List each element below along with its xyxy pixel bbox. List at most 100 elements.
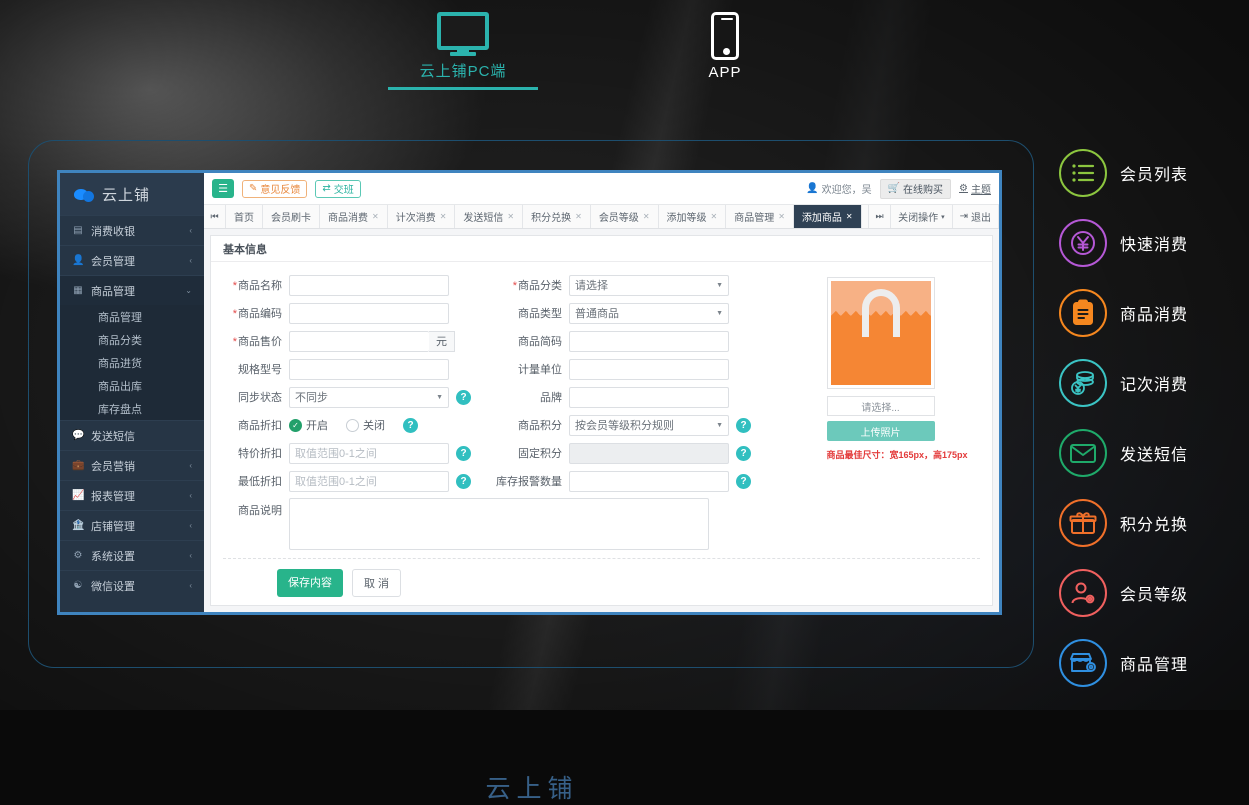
close-icon[interactable]: ✕ [575, 212, 582, 221]
tab-label: 添加商品 [801, 213, 842, 224]
sidebar-item-members[interactable]: 👤 会员管理 ‹ [60, 245, 204, 275]
sidebar-item-sms[interactable]: 💬 发送短信 [60, 420, 204, 450]
save-button[interactable]: 保存内容 [277, 569, 343, 597]
sidebar-item-system[interactable]: ⚙ 系统设置 ‹ [60, 540, 204, 570]
tab-count-consume[interactable]: 计次消费 ✕ [388, 205, 456, 228]
help-icon[interactable]: ? [456, 473, 471, 489]
feature-item-send-sms[interactable]: 发送短信 [1049, 418, 1249, 488]
tab-goods-consume[interactable]: 商品消费 ✕ [320, 205, 388, 228]
help-icon[interactable]: ? [736, 445, 751, 461]
tab-home[interactable]: 首页 [226, 205, 263, 228]
upload-photo-button[interactable]: 上传照片 [826, 421, 935, 441]
field-goods-category: *商品分类 请选择 ▼ [491, 272, 771, 298]
close-icon[interactable]: ✕ [507, 212, 514, 221]
device-tab-app[interactable]: APP [650, 12, 800, 81]
goods-shortcode-input[interactable] [569, 330, 729, 352]
feedback-button[interactable]: ✎ 意见反馈 [242, 179, 308, 198]
field-goods-price: *商品售价 元 [211, 328, 491, 354]
cancel-button[interactable]: 取 消 [352, 569, 402, 597]
feature-item-points-exchange[interactable]: 积分兑换 [1049, 488, 1249, 558]
feature-item-label: 发送短信 [1120, 447, 1189, 464]
close-icon[interactable]: ✕ [846, 212, 853, 221]
field-label: *商品编码 [232, 308, 282, 320]
device-tab-pc[interactable]: 云上铺PC端 [388, 12, 538, 90]
tab-member-level[interactable]: 会员等级 ✕ [591, 205, 659, 228]
help-icon[interactable]: ? [456, 445, 471, 461]
discount-radio-on[interactable]: ✓ 开启 [289, 417, 328, 433]
tab-send-sms[interactable]: 发送短信 ✕ [455, 205, 524, 228]
tab-add-level[interactable]: 添加等级 ✕ [659, 205, 727, 228]
tab-points-exchange[interactable]: 积分兑换 ✕ [523, 205, 591, 228]
help-icon[interactable]: ? [456, 389, 471, 405]
goods-code-input[interactable] [289, 302, 449, 324]
form-image-column: 请选择... 上传照片 商品最佳尺寸：宽165px，高175px [771, 272, 992, 496]
sidebar-submenu-goods: 商品管理 商品分类 商品进货 商品出库 库存盘点 [60, 305, 204, 420]
logout-button[interactable]: ⇥ 退出 [953, 205, 999, 228]
discount-radio-off[interactable]: 关闭 [346, 417, 385, 433]
double-left-icon[interactable]: ⏮ [204, 205, 226, 228]
theme-link[interactable]: ⚙ 主题 [959, 181, 991, 196]
user-icon: 👤 [72, 255, 85, 266]
panel-title: 基本信息 [211, 236, 992, 262]
tab-member-card[interactable]: 会员刷卡 [263, 205, 320, 228]
sidebar-subitem-goods-category[interactable]: 商品分类 [60, 328, 204, 351]
feature-item-member-list[interactable]: 会员列表 [1049, 138, 1249, 208]
description-textarea[interactable] [289, 498, 709, 550]
help-icon[interactable]: ? [736, 473, 751, 489]
feature-item-goods-manage[interactable]: 商品管理 [1049, 628, 1249, 698]
sidebar-item-cashier[interactable]: ▤ 消费收银 ‹ [60, 215, 204, 245]
fixed-points-input [569, 442, 729, 464]
stock-alert-input[interactable] [569, 470, 729, 492]
close-icon[interactable]: ✕ [643, 212, 650, 221]
sync-status-select[interactable]: 不同步 ▼ [289, 386, 449, 408]
tab-goods-manage[interactable]: 商品管理 ✕ [726, 205, 794, 228]
sidebar-subitem-goods-purchase[interactable]: 商品进货 [60, 351, 204, 374]
spec-model-input[interactable] [289, 358, 449, 380]
special-discount-input[interactable]: 取值范围0-1之间 [289, 442, 449, 464]
close-icon[interactable]: ✕ [711, 212, 718, 221]
min-discount-input[interactable]: 取值范围0-1之间 [289, 470, 449, 492]
feature-item-count-consume[interactable]: 记次消费 [1049, 348, 1249, 418]
field-label: *商品分类 [512, 280, 562, 292]
tab-label: 积分兑换 [531, 213, 572, 224]
close-icon[interactable]: ✕ [372, 212, 379, 221]
sidebar-subitem-goods-outbound[interactable]: 商品出库 [60, 374, 204, 397]
form-right-column: *商品分类 请选择 ▼ 商品类型 普通商品 ▼ 商品简码 计量单位 品牌 商品积… [491, 272, 771, 496]
help-icon[interactable]: ? [403, 417, 418, 433]
help-icon[interactable]: ? [736, 417, 751, 433]
unit-input[interactable] [569, 358, 729, 380]
close-operations-menu[interactable]: 关闭操作 ▾ [891, 205, 953, 228]
goods-type-select[interactable]: 普通商品 ▼ [569, 302, 729, 324]
feature-item-member-level[interactable]: 会员等级 [1049, 558, 1249, 628]
goods-points-select[interactable]: 按会员等级积分规则 ▼ [569, 414, 729, 436]
close-icon[interactable]: ✕ [440, 212, 447, 221]
wrench-icon: ⚙ [73, 550, 83, 561]
sidebar-subitem-goods-manage[interactable]: 商品管理 [60, 305, 204, 328]
feature-item-quick-consume[interactable]: 快速消费 [1049, 208, 1249, 278]
goods-price-input[interactable] [289, 330, 429, 352]
sidebar-item-reports[interactable]: 📈 报表管理 ‹ [60, 480, 204, 510]
app-logo[interactable]: 云上铺 [60, 173, 204, 215]
gift-icon [1059, 499, 1107, 547]
online-buy-button[interactable]: 🛒 在线购买 [879, 178, 952, 199]
app-screenshot-window: 云上铺 ▤ 消费收银 ‹ 👤 会员管理 ‹ ▦ 商品管理 ⌄ 商品管理 商品分类… [57, 170, 1002, 615]
field-label: 商品说明 [238, 505, 282, 517]
sidebar-subitem-stock-check[interactable]: 库存盘点 [60, 397, 204, 420]
field-label: 商品简码 [518, 336, 562, 348]
tab-add-goods[interactable]: 添加商品 ✕ [793, 205, 862, 228]
double-right-icon[interactable]: ⏭ [869, 205, 892, 228]
sidebar-item-store[interactable]: 🏦 店铺管理 ‹ [60, 510, 204, 540]
field-label: 商品类型 [518, 308, 562, 320]
brand-input[interactable] [569, 386, 729, 408]
feature-item-goods-consume[interactable]: 商品消费 [1049, 278, 1249, 348]
goods-category-select[interactable]: 请选择 ▼ [569, 274, 729, 296]
close-icon[interactable]: ✕ [778, 212, 785, 221]
choose-file-button[interactable]: 请选择... [826, 396, 935, 416]
goods-name-input[interactable] [289, 274, 449, 296]
shift-button[interactable]: ⇄ 交班 [315, 179, 361, 198]
sidebar-item-wechat[interactable]: ☯ 微信设置 ‹ [60, 570, 204, 600]
list-icon [1059, 149, 1107, 197]
sidebar-item-marketing[interactable]: 💼 会员营销 ‹ [60, 450, 204, 480]
hamburger-icon[interactable]: ☰ [212, 179, 234, 198]
sidebar-item-goods[interactable]: ▦ 商品管理 ⌄ [60, 275, 204, 305]
